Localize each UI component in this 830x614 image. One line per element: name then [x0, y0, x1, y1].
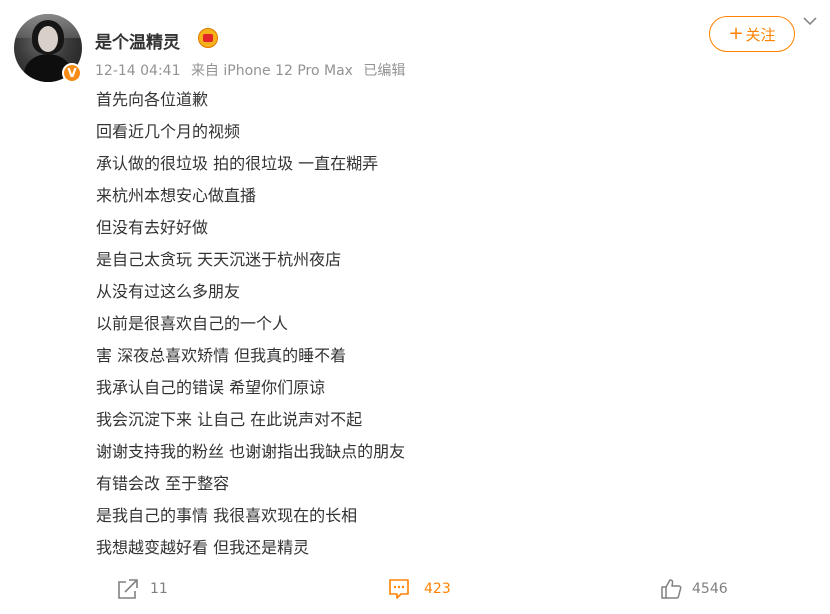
verified-badge-icon: V — [62, 63, 82, 83]
post-line: 来杭州本想安心做直播 — [96, 186, 257, 205]
edited-label[interactable]: 已编辑 — [363, 63, 405, 79]
share-icon — [118, 579, 138, 599]
post-line: 害 深夜总喜欢矫情 但我真的睡不着 — [96, 346, 347, 365]
follow-label: 关注 — [745, 25, 776, 44]
action-bar: 11 423 4546 — [0, 568, 830, 614]
plus-icon: + — [728, 23, 744, 44]
post-line: 有错会改 至于整容 — [96, 474, 230, 493]
post-content: 首先向各位道歉 回看近几个月的视频 承认做的很垃圾 拍的很垃圾 一直在糊弄 来杭… — [96, 84, 796, 564]
post-line: 我想越变越好看 但我还是精灵 — [96, 538, 310, 557]
comment-count: 423 — [424, 581, 451, 597]
post-line: 我承认自己的错误 希望你们原谅 — [96, 378, 326, 397]
post-line: 以前是很喜欢自己的一个人 — [96, 314, 289, 333]
post-line: 但没有去好好做 — [96, 218, 209, 237]
post-source: 来自 iPhone 12 Pro Max — [190, 63, 353, 79]
post-line: 我会沉淀下来 让自己 在此说声对不起 — [96, 410, 363, 429]
post-line: 是自己太贪玩 天天沉迷于杭州夜店 — [96, 250, 342, 269]
post-line: 首先向各位道歉 — [96, 90, 209, 109]
member-rank-icon[interactable] — [198, 28, 218, 48]
thumbs-up-icon — [661, 579, 682, 599]
post-line: 回看近几个月的视频 — [96, 122, 241, 141]
username[interactable]: 是个温精灵 — [95, 28, 180, 53]
post-meta: 12-14 04:41 来自 iPhone 12 Pro Max 已编辑 — [95, 60, 411, 80]
comment-button[interactable]: 423 — [388, 578, 451, 600]
post-time[interactable]: 12-14 04:41 — [95, 63, 180, 79]
repost-count: 11 — [150, 581, 168, 597]
like-button[interactable]: 4546 — [660, 578, 728, 600]
follow-button[interactable]: + 关注 — [709, 16, 795, 52]
post-line: 谢谢支持我的粉丝 也谢谢指出我缺点的朋友 — [96, 442, 406, 461]
chevron-down-icon[interactable] — [803, 14, 817, 28]
post-line: 承认做的很垃圾 拍的很垃圾 一直在糊弄 — [96, 154, 379, 173]
repost-button[interactable]: 11 — [116, 578, 168, 600]
post-line: 是我自己的事情 我很喜欢现在的长相 — [96, 506, 358, 525]
like-count: 4546 — [692, 581, 728, 597]
post-line: 从没有过这么多朋友 — [96, 282, 241, 301]
comment-icon — [389, 579, 409, 599]
